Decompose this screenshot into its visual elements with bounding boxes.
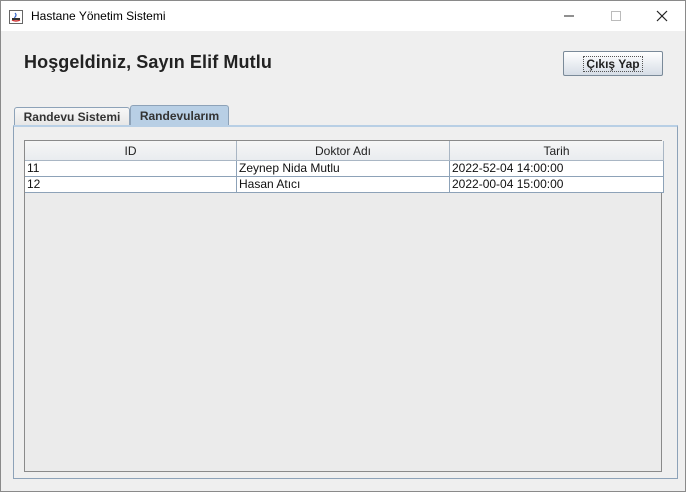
table-row[interactable]: 11 Zeynep Nida Mutlu 2022-52-04 14:00:00 [25, 160, 664, 177]
close-icon [656, 10, 668, 22]
table-header-row: ID Doktor Adı Tarih [25, 141, 664, 161]
minimize-button[interactable] [546, 1, 592, 31]
cell-doktor-adi[interactable]: Hasan Atıcı [236, 176, 450, 193]
maximize-button[interactable] [593, 1, 639, 31]
minimize-icon [564, 15, 574, 17]
cell-tarih[interactable]: 2022-52-04 14:00:00 [449, 160, 664, 177]
window-title: Hastane Yönetim Sistemi [31, 9, 166, 23]
cell-id[interactable]: 12 [25, 176, 237, 193]
cell-doktor-adi[interactable]: Zeynep Nida Mutlu [236, 160, 450, 177]
table-row[interactable]: 12 Hasan Atıcı 2022-00-04 15:00:00 [25, 176, 664, 193]
maximize-icon [611, 11, 621, 21]
close-button[interactable] [639, 1, 685, 31]
main-window: Hastane Yönetim Sistemi Hoşgeldiniz, Say… [0, 0, 686, 492]
cell-id[interactable]: 11 [25, 160, 237, 177]
tab-randevularim[interactable]: Randevularım [130, 105, 229, 126]
column-header-id[interactable]: ID [25, 141, 237, 161]
cell-tarih[interactable]: 2022-00-04 15:00:00 [449, 176, 664, 193]
content-area: Hoşgeldiniz, Sayın Elif Mutlu Çıkış Yap … [1, 31, 685, 491]
logout-button[interactable]: Çıkış Yap [563, 51, 663, 76]
tab-randevu-sistemi[interactable]: Randevu Sistemi [14, 107, 130, 126]
greeting-heading: Hoşgeldiniz, Sayın Elif Mutlu [24, 52, 272, 72]
java-app-icon [9, 9, 23, 24]
tab-panel-randevularim: ID Doktor Adı Tarih 11 Zeynep Nida Mutlu… [13, 125, 678, 479]
appointments-table-scrollpane[interactable]: ID Doktor Adı Tarih 11 Zeynep Nida Mutlu… [24, 140, 664, 472]
column-header-doktor-adi[interactable]: Doktor Adı [236, 141, 450, 161]
title-bar[interactable]: Hastane Yönetim Sistemi [1, 1, 685, 31]
column-header-tarih[interactable]: Tarih [449, 141, 664, 161]
appointments-table: ID Doktor Adı Tarih 11 Zeynep Nida Mutlu… [25, 141, 664, 193]
logout-button-label: Çıkış Yap [583, 55, 643, 72]
